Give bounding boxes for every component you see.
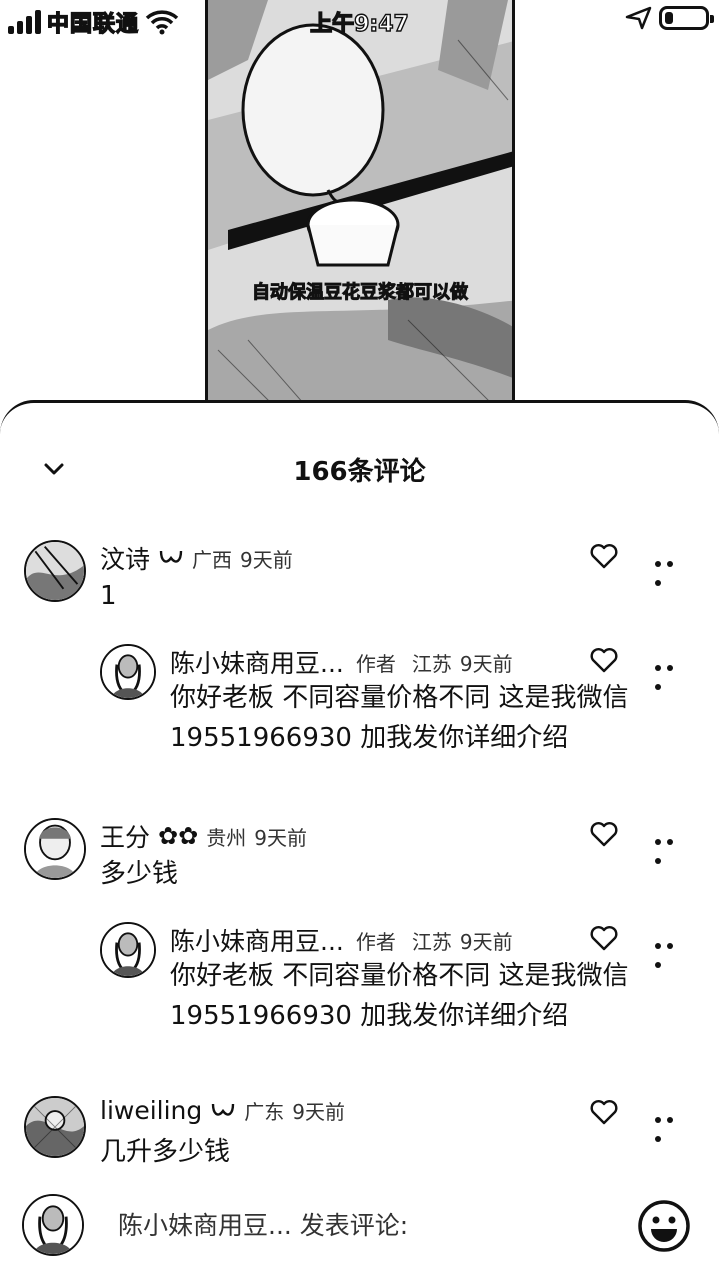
reply-text-line2: 19551966930 加我发你详细介绍 [170, 1001, 569, 1031]
comment-count-title: 166条评论 [293, 457, 426, 487]
comment-input-bar: 陈小妹商用豆... 发表评论: [0, 1186, 719, 1280]
reply-text-line2: 19551966930 加我发你详细介绍 [170, 723, 569, 753]
comment-author[interactable]: 汶诗 [100, 540, 150, 576]
comment-text: 几升多少钱 [100, 1137, 231, 1167]
comment-meta: 汶诗 广西 9天前 [100, 540, 293, 576]
reply-author[interactable]: 陈小妹商用豆... [170, 644, 344, 680]
location-arrow-icon [625, 6, 652, 30]
more-dots-icon[interactable] [655, 830, 687, 864]
reply-meta: 陈小妹商用豆... 作者 江苏 9天前 [170, 644, 513, 680]
status-bar: 中国联通 上午9:47 [0, 0, 719, 40]
comment-meta: liweiling 广东 9天前 [100, 1096, 345, 1125]
comment-text: 1 [100, 581, 117, 611]
video-player[interactable]: 自动保温豆花豆浆都可以做 [0, 0, 719, 430]
video-subtitle: 自动保温豆花豆浆都可以做 [252, 282, 469, 304]
reply-text-line1: 你好老板 不同容量价格不同 这是我微信 [170, 683, 629, 713]
comment-author[interactable]: liweiling [100, 1096, 202, 1125]
status-right [625, 6, 714, 30]
comment-region: 广东 [244, 1100, 285, 1124]
video-image [208, 0, 512, 430]
status-time: 上午9:47 [309, 11, 409, 37]
comment-author[interactable]: 王分 [100, 818, 150, 854]
comment-region: 贵州 [206, 825, 247, 850]
avatar[interactable] [24, 1096, 86, 1158]
avatar[interactable] [24, 818, 86, 880]
author-tag: 作者 [355, 651, 396, 676]
comment-time: 9天前 [292, 1100, 346, 1124]
emoji-smile-icon[interactable] [636, 1198, 692, 1254]
avatar[interactable] [100, 644, 156, 700]
fan-badge-icon [212, 1103, 235, 1116]
reply-meta: 陈小妹商用豆... 作者 江苏 9天前 [170, 922, 513, 958]
my-avatar[interactable] [22, 1194, 84, 1256]
heart-outline-icon[interactable] [590, 821, 618, 847]
comment-input[interactable]: 陈小妹商用豆... 发表评论: [118, 1206, 408, 1242]
avatar[interactable] [100, 922, 156, 978]
more-dots-icon[interactable] [655, 552, 687, 586]
sheet-header: 166条评论 [0, 403, 719, 533]
comment-time: 9天前 [254, 825, 307, 850]
fan-badge-icon [159, 550, 183, 563]
author-tag: 作者 [355, 929, 396, 954]
reply-region: 江苏 [411, 651, 452, 676]
video-frame[interactable]: 自动保温豆花豆浆都可以做 [205, 0, 515, 430]
more-dots-icon[interactable] [655, 1108, 687, 1142]
comment-time: 9天前 [240, 547, 293, 572]
more-dots-icon[interactable] [655, 656, 687, 690]
heart-outline-icon[interactable] [590, 543, 618, 569]
avatar[interactable] [24, 540, 86, 602]
more-dots-icon[interactable] [655, 934, 687, 968]
reply-time: 9天前 [459, 929, 513, 954]
reply-text-line1: 你好老板 不同容量价格不同 这是我微信 [170, 961, 629, 991]
reply-region: 江苏 [411, 929, 452, 954]
reply-author[interactable]: 陈小妹商用豆... [170, 922, 344, 958]
heart-outline-icon[interactable] [590, 647, 618, 673]
heart-outline-icon[interactable] [590, 925, 618, 951]
comment-region: 广西 [192, 547, 233, 572]
reply-time: 9天前 [459, 651, 513, 676]
heart-outline-icon[interactable] [590, 1099, 618, 1125]
comment-meta: 王分 ✿✿ 贵州 9天前 [100, 818, 307, 854]
comment-text: 多少钱 [100, 859, 179, 889]
battery-icon [659, 6, 714, 30]
flower-emoji-icon: ✿✿ [158, 822, 199, 850]
